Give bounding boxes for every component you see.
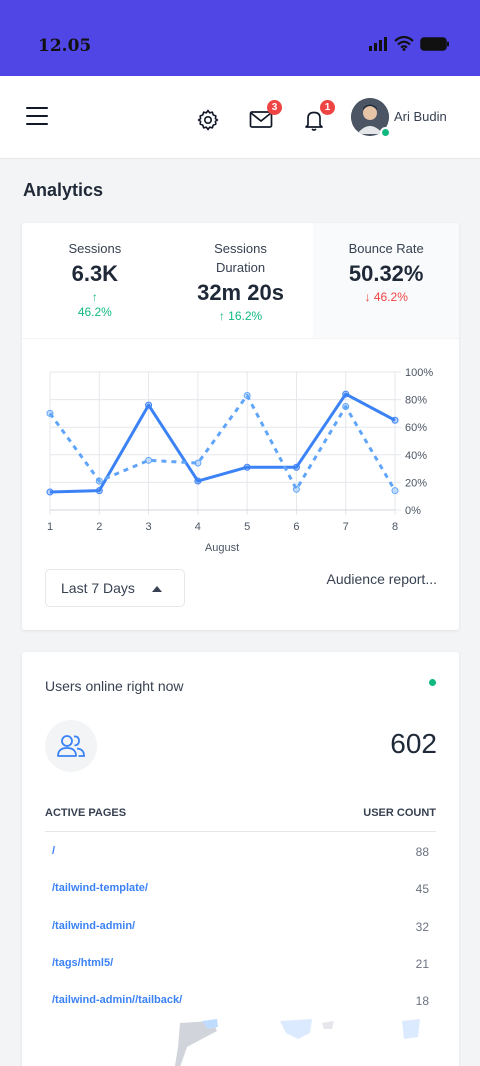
series-point-0 bbox=[243, 463, 251, 471]
y-tick-label: 20% bbox=[405, 477, 427, 489]
x-tick-label: 3 bbox=[146, 521, 152, 533]
line-chart: 0% 20% 40% 60% 80% 100% 1 2 3 4 5 6 7 8 August bbox=[22, 338, 459, 558]
series-point-1 bbox=[194, 459, 202, 467]
status-bar: 12.05 bbox=[0, 0, 480, 76]
series-point-0 bbox=[342, 390, 350, 398]
page-title: Analytics bbox=[23, 180, 104, 200]
column-header-page: ACTIVE PAGES bbox=[45, 807, 127, 819]
series-point-1 bbox=[95, 477, 103, 485]
user-count: 18 bbox=[415, 994, 429, 1008]
notifications-button[interactable]: 1 bbox=[302, 100, 335, 134]
y-tick-label: 60% bbox=[405, 422, 427, 434]
stat-label: Bounce Rate bbox=[348, 241, 424, 256]
series-point-0 bbox=[391, 416, 399, 424]
chart-svg: 0% 20% 40% 60% 80% 100% 1 2 3 4 5 6 7 8 August bbox=[46, 367, 433, 554]
page-link[interactable]: /tailwind-admin//tailback/ bbox=[52, 994, 182, 1006]
battery-icon bbox=[420, 36, 449, 51]
stat-value: 6.3K bbox=[71, 261, 119, 286]
x-tick-label: 7 bbox=[343, 521, 349, 533]
table-row[interactable]: /tailwind-admin/ 32 bbox=[45, 920, 436, 957]
stat-delta: 46.2% bbox=[77, 305, 112, 319]
mail-badge: 3 bbox=[267, 100, 282, 115]
stat-label: Sessions bbox=[214, 241, 267, 256]
series-point-1 bbox=[145, 456, 153, 464]
mail-button[interactable]: 3 bbox=[249, 100, 282, 134]
table-row[interactable]: / 88 bbox=[45, 845, 436, 882]
users-online-card: Users online right now 602 ACTIVE PAGES … bbox=[22, 652, 459, 1066]
page-link[interactable]: / bbox=[52, 845, 55, 857]
series-point-0 bbox=[194, 477, 202, 485]
users-icon-container bbox=[45, 720, 97, 772]
active-pages-table-header: ACTIVE PAGES USER COUNT bbox=[45, 804, 436, 832]
series-point-1 bbox=[243, 391, 251, 399]
date-range-value: Last 7 Days bbox=[61, 580, 135, 596]
stat-label-line2: Duration bbox=[215, 260, 266, 275]
users-icon bbox=[57, 735, 85, 757]
x-tick-label: 8 bbox=[392, 521, 398, 533]
date-range-select[interactable]: Last 7 Days bbox=[45, 569, 185, 607]
series-point-1 bbox=[292, 485, 300, 493]
y-tick-label: 0% bbox=[405, 505, 421, 517]
user-count: 21 bbox=[415, 957, 429, 971]
series-point-1 bbox=[46, 409, 54, 417]
x-tick-label: 2 bbox=[96, 521, 102, 533]
settings-button[interactable] bbox=[196, 108, 222, 134]
page-link[interactable]: /tags/html5/ bbox=[52, 957, 113, 969]
stat-delta-arrow: ↑ bbox=[91, 290, 98, 304]
series-point-0 bbox=[145, 401, 153, 409]
y-tick-label: 80% bbox=[405, 395, 427, 407]
signal-icon bbox=[369, 36, 387, 51]
stat-delta: ↓ 46.2% bbox=[364, 290, 408, 304]
series-line-1 bbox=[48, 393, 397, 492]
notification-badge: 1 bbox=[320, 100, 335, 115]
series-point-0 bbox=[292, 463, 300, 471]
user-count: 88 bbox=[415, 845, 429, 859]
x-tick-label: 1 bbox=[47, 521, 53, 533]
status-time: 12.05 bbox=[38, 36, 92, 56]
series-point-0 bbox=[95, 487, 103, 495]
series-point-1 bbox=[391, 487, 399, 495]
y-tick-label: 40% bbox=[405, 450, 427, 462]
stat-sessions-duration[interactable]: Sessions Duration 32m 20s ↑ 16.2% bbox=[168, 223, 314, 338]
table-row[interactable]: /tailwind-template/ 45 bbox=[45, 882, 436, 919]
user-count: 45 bbox=[415, 882, 429, 896]
column-header-count: USER COUNT bbox=[363, 807, 436, 819]
stat-label: Sessions bbox=[68, 241, 122, 256]
stat-delta: ↑ 16.2% bbox=[218, 309, 263, 323]
x-tick-label: 4 bbox=[195, 521, 201, 533]
top-navbar: 3 1 Ari Budin bbox=[0, 76, 480, 159]
stat-sessions[interactable]: Sessions 6.3K ↑ 46.2% bbox=[22, 223, 168, 338]
users-online-title: Users online right now bbox=[45, 678, 184, 694]
x-tick-label: 5 bbox=[244, 521, 250, 533]
gear-icon bbox=[197, 109, 219, 131]
stats-row: Sessions 6.3K ↑ 46.2% Sessions Duration … bbox=[22, 223, 460, 338]
page-link[interactable]: /tailwind-admin/ bbox=[52, 920, 135, 932]
wifi-icon bbox=[394, 36, 414, 51]
world-map-graphic bbox=[174, 1019, 420, 1066]
page-link[interactable]: /tailwind-template/ bbox=[52, 882, 148, 894]
stat-value: 32m 20s bbox=[197, 280, 284, 305]
live-indicator bbox=[429, 679, 436, 686]
users-online-count: 602 bbox=[390, 728, 437, 759]
audience-report-link[interactable]: Audience report... bbox=[326, 571, 437, 587]
stat-bounce-rate[interactable]: Bounce Rate 50.32% ↓ 46.2% bbox=[313, 223, 460, 338]
menu-icon[interactable] bbox=[26, 107, 48, 127]
avatar[interactable] bbox=[351, 98, 391, 138]
y-tick-label: 100% bbox=[405, 367, 433, 379]
analytics-card: Sessions 6.3K ↑ 46.2% Sessions Duration … bbox=[22, 223, 460, 630]
username[interactable]: Ari Budin bbox=[394, 109, 447, 124]
stat-value: 50.32% bbox=[348, 261, 424, 286]
table-row[interactable]: /tags/html5/ 21 bbox=[45, 957, 436, 994]
x-tick-label: 6 bbox=[293, 521, 299, 533]
user-count: 32 bbox=[415, 920, 429, 934]
caret-up-icon bbox=[152, 586, 162, 592]
x-axis-label: August bbox=[205, 542, 239, 554]
series-point-1 bbox=[342, 403, 350, 410]
online-indicator bbox=[380, 127, 391, 138]
series-point-0 bbox=[46, 488, 54, 496]
status-icons bbox=[368, 36, 450, 51]
